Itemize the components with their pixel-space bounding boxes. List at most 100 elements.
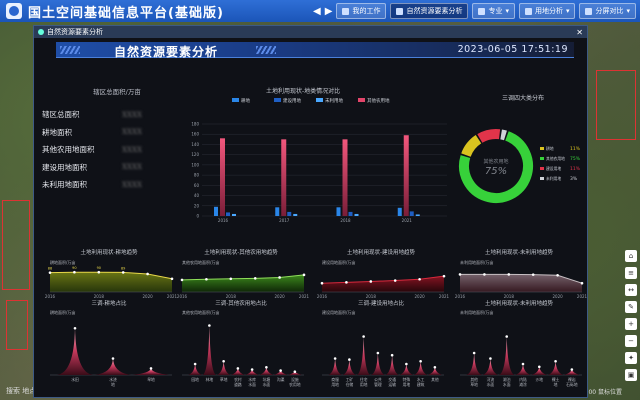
toolbar-label: 分屏对比 bbox=[595, 7, 624, 15]
legend-swatch bbox=[232, 98, 239, 102]
trend-point bbox=[345, 281, 348, 284]
share-point bbox=[111, 357, 115, 360]
bar bbox=[397, 207, 402, 216]
pie-slice bbox=[461, 135, 482, 158]
share-point bbox=[419, 359, 422, 363]
trend-point bbox=[483, 273, 486, 276]
share-ylabel: 耕地面积/万亩 bbox=[50, 309, 75, 315]
trend-point bbox=[180, 278, 184, 282]
bar bbox=[275, 207, 280, 216]
pie-chart-title: 三调四大类分布 bbox=[502, 95, 545, 102]
share-x-label: 滩涂 bbox=[519, 382, 527, 387]
share-title: 三调-耕地占比 bbox=[92, 300, 127, 307]
analysis-window: 自然资源要素分析 ✕ 自然资源要素分析 2023-06-05 17:51:19 … bbox=[33, 25, 588, 398]
home-icon[interactable]: ⌂ bbox=[625, 250, 637, 262]
toolbar-analysis-button[interactable]: 自然资源要素分析 bbox=[390, 3, 469, 19]
layers-icon[interactable]: ≡ bbox=[625, 267, 637, 279]
share-x-label: 用地 bbox=[360, 382, 368, 387]
bar bbox=[226, 212, 230, 216]
legend-label: 其他农用地 bbox=[367, 97, 390, 104]
bar bbox=[415, 214, 420, 216]
window-body: 自然资源要素分析 2023-06-05 17:51:19 辖区总面积/万亩 辖区… bbox=[34, 38, 587, 397]
toolbar-my-work-button[interactable]: 我的工作 bbox=[336, 3, 387, 19]
share-x-label: 草地 bbox=[220, 377, 228, 382]
trend-point bbox=[507, 273, 511, 276]
analysis-icon bbox=[396, 7, 404, 15]
share-point bbox=[472, 351, 476, 355]
trend-point-label: 88 bbox=[48, 267, 52, 271]
toolbar-landuse-button[interactable]: 用地分析 ▾ bbox=[518, 3, 576, 19]
y-tick-label: 0 bbox=[196, 214, 199, 219]
bar bbox=[348, 211, 353, 216]
y-tick-label: 20 bbox=[194, 203, 200, 208]
toolbar-label: 专业 bbox=[488, 7, 503, 15]
area-label: 未利用地面积 bbox=[42, 180, 87, 190]
share-x-label: 草地 bbox=[470, 382, 478, 387]
area-label: 耕地面积 bbox=[42, 127, 72, 137]
bar bbox=[336, 207, 341, 216]
share-chart-qita: 三调-其他农用地占比其他农用地面积/万亩园地 林地 草地 农村道路水库水面坑塘水面沟渠… bbox=[182, 300, 304, 387]
share-spike bbox=[547, 361, 564, 375]
pie-legend-label: 未利用地 bbox=[546, 176, 561, 181]
y-tick-label: 100 bbox=[191, 162, 199, 167]
map-side-tools: ⌂ ≡ ↔ ✎ + − ✦ ▣ bbox=[625, 250, 637, 381]
toolbar-split-button[interactable]: 分屏对比 ▾ bbox=[579, 3, 636, 19]
share-x-label: 旱地 bbox=[147, 377, 155, 382]
share-spike bbox=[515, 364, 531, 375]
trend-x-label: 2018 bbox=[504, 294, 515, 299]
toolbar-professional-button[interactable]: 专业 ▾ bbox=[472, 3, 515, 19]
share-point bbox=[222, 359, 225, 363]
header-stripes bbox=[256, 46, 276, 54]
close-icon[interactable]: ✕ bbox=[576, 28, 583, 37]
landuse-icon bbox=[524, 7, 532, 15]
share-point bbox=[505, 335, 509, 338]
share-point bbox=[348, 358, 351, 361]
pie-legend-swatch bbox=[540, 167, 544, 170]
share-x-label: 沟渠 bbox=[277, 377, 285, 382]
toolbar-label: 自然资源要素分析 bbox=[406, 7, 463, 15]
pie-slice bbox=[477, 129, 501, 143]
share-ylabel: 未利用地面积/万亩 bbox=[460, 309, 493, 315]
share-x-label: 地 bbox=[554, 382, 558, 387]
zoom-in-icon[interactable]: + bbox=[625, 318, 637, 330]
share-spike bbox=[216, 361, 231, 375]
screenshot-icon[interactable]: ▣ bbox=[625, 369, 637, 381]
share-spike bbox=[328, 358, 342, 375]
trend-x-label: 2016 bbox=[317, 294, 328, 299]
share-chart-weili: 土地利用现状-未利用地趋势未利用地面积/万亩其他草地河流水面湖泊水面内陆滩涂沙地… bbox=[460, 300, 582, 387]
share-spike bbox=[371, 353, 385, 375]
trend-x-label: 2018 bbox=[226, 294, 237, 299]
legend-label: 未利用地 bbox=[325, 97, 343, 104]
share-point bbox=[236, 367, 240, 370]
arrow-left-icon[interactable]: ◀ bbox=[313, 6, 321, 17]
trend-ylabel: 未利用地面积/万亩 bbox=[460, 259, 493, 265]
measure-icon[interactable]: ↔ bbox=[625, 284, 637, 296]
compass-icon[interactable]: ✦ bbox=[625, 352, 637, 364]
share-x-label: 水面 bbox=[248, 382, 256, 387]
zoom-out-icon[interactable]: − bbox=[625, 335, 637, 347]
area-value: XXXX bbox=[122, 128, 142, 137]
share-point bbox=[250, 368, 254, 371]
share-x-label: 水面 bbox=[263, 382, 271, 387]
pie-legend-label: 建设用地 bbox=[546, 166, 561, 171]
bar bbox=[409, 211, 414, 216]
trend-point bbox=[393, 279, 397, 282]
trend-title: 土地利用现状-未利用地趋势 bbox=[485, 248, 553, 256]
trend-ylabel: 耕地面积/万亩 bbox=[50, 259, 75, 265]
share-point bbox=[279, 369, 282, 372]
share-point bbox=[193, 362, 197, 366]
trend-point bbox=[580, 281, 584, 285]
share-point bbox=[208, 324, 211, 327]
bar bbox=[281, 139, 287, 216]
share-point bbox=[433, 366, 437, 369]
window-titlebar[interactable]: 自然资源要素分析 ✕ bbox=[34, 26, 587, 38]
pen-icon[interactable]: ✎ bbox=[625, 301, 637, 313]
arrow-right-icon[interactable]: ▶ bbox=[325, 6, 333, 17]
pie-legend-swatch bbox=[540, 147, 544, 150]
y-tick-label: 40 bbox=[194, 193, 200, 198]
split-screen-icon bbox=[585, 7, 593, 15]
window-title: 自然资源要素分析 bbox=[47, 28, 103, 36]
trend-point bbox=[121, 271, 125, 274]
share-spike bbox=[482, 358, 499, 375]
trend-point bbox=[73, 270, 76, 274]
